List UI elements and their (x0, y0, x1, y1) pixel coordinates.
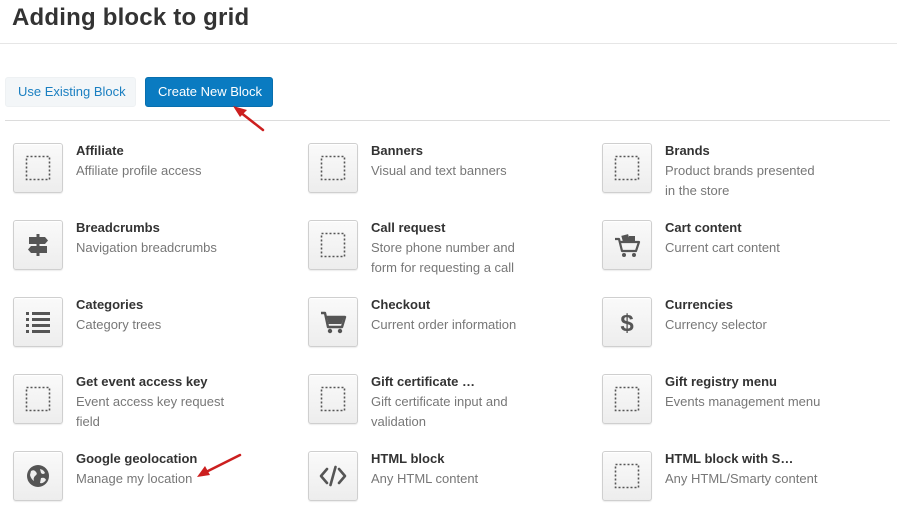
block-description: Store phone number and form for requesti… (371, 240, 515, 275)
block-name[interactable]: Gift registry menu (665, 374, 887, 390)
placeholder-icon[interactable] (13, 143, 63, 193)
block-description: Any HTML/Smarty content (665, 471, 818, 486)
block-item-categories[interactable]: Categories Category trees (13, 297, 298, 369)
placeholder-icon[interactable] (308, 220, 358, 270)
list-divider (5, 120, 890, 121)
block-name[interactable]: Call request (371, 220, 593, 236)
globe-icon[interactable] (13, 451, 63, 501)
block-item-banners[interactable]: Banners Visual and text banners (308, 143, 593, 215)
create-new-block-button[interactable]: Create New Block (145, 77, 273, 107)
block-description: Current order information (371, 317, 517, 332)
block-item-gift-certificate[interactable]: Gift certificate … Gift certificate input… (308, 374, 593, 446)
block-description: Category trees (76, 317, 162, 332)
block-item-currencies[interactable]: $ Currencies Currency selector (602, 297, 887, 369)
dollar-icon[interactable]: $ (602, 297, 652, 347)
page-title: Adding block to grid (12, 4, 250, 31)
cart-content-icon[interactable] (602, 220, 652, 270)
block-description: Product brands presented in the store (665, 163, 815, 198)
block-description: Visual and text banners (371, 163, 507, 178)
svg-text:$: $ (620, 310, 634, 336)
title-divider (0, 43, 897, 44)
placeholder-icon[interactable] (308, 143, 358, 193)
block-name[interactable]: Banners (371, 143, 593, 159)
list-icon[interactable] (13, 297, 63, 347)
block-item-breadcrumbs[interactable]: Breadcrumbs Navigation breadcrumbs (13, 220, 298, 292)
block-name[interactable]: Currencies (665, 297, 887, 313)
placeholder-icon[interactable] (602, 143, 652, 193)
block-name[interactable]: Checkout (371, 297, 593, 313)
block-description: Gift certificate input and validation (371, 394, 508, 429)
block-item-brands[interactable]: Brands Product brands presented in the st… (602, 143, 887, 215)
placeholder-icon[interactable] (602, 451, 652, 501)
block-name[interactable]: Get event access key (76, 374, 298, 390)
use-existing-block-button[interactable]: Use Existing Block (5, 77, 136, 107)
block-item-google-geolocation[interactable]: Google geolocation Manage my location (13, 451, 298, 523)
block-name[interactable]: Categories (76, 297, 298, 313)
placeholder-icon[interactable] (13, 374, 63, 424)
block-description: Event access key request field (76, 394, 225, 429)
block-description: Affiliate profile access (76, 163, 202, 178)
block-item-cart-content[interactable]: Cart content Current cart content (602, 220, 887, 292)
cart-icon[interactable] (308, 297, 358, 347)
block-name[interactable]: Breadcrumbs (76, 220, 298, 236)
block-name[interactable]: Affiliate (76, 143, 298, 159)
block-name[interactable]: HTML block (371, 451, 593, 467)
block-item-html-block[interactable]: HTML block Any HTML content (308, 451, 593, 523)
block-description: Events management menu (665, 394, 821, 409)
block-description: Any HTML content (371, 471, 479, 486)
block-item-call-request[interactable]: Call request Store phone number and form … (308, 220, 593, 292)
block-name[interactable]: Gift certificate … (371, 374, 593, 390)
block-description: Currency selector (665, 317, 767, 332)
block-item-checkout[interactable]: Checkout Current order information (308, 297, 593, 369)
block-item-gift-registry-menu[interactable]: Gift registry menu Events management menu (602, 374, 887, 446)
code-icon[interactable] (308, 451, 358, 501)
block-name[interactable]: Brands (665, 143, 887, 159)
block-name[interactable]: Cart content (665, 220, 887, 236)
placeholder-icon[interactable] (602, 374, 652, 424)
block-description: Manage my location (76, 471, 193, 486)
block-name[interactable]: HTML block with S… (665, 451, 887, 467)
signpost-icon[interactable] (13, 220, 63, 270)
block-name[interactable]: Google geolocation (76, 451, 298, 467)
block-description: Navigation breadcrumbs (76, 240, 217, 255)
block-item-affiliate[interactable]: Affiliate Affiliate profile access (13, 143, 298, 215)
placeholder-icon[interactable] (308, 374, 358, 424)
block-item-get-event-access-key[interactable]: Get event access key Event access key req… (13, 374, 298, 446)
block-description: Current cart content (665, 240, 780, 255)
block-item-html-block-with-s[interactable]: HTML block with S… Any HTML/Smarty conten… (602, 451, 887, 523)
